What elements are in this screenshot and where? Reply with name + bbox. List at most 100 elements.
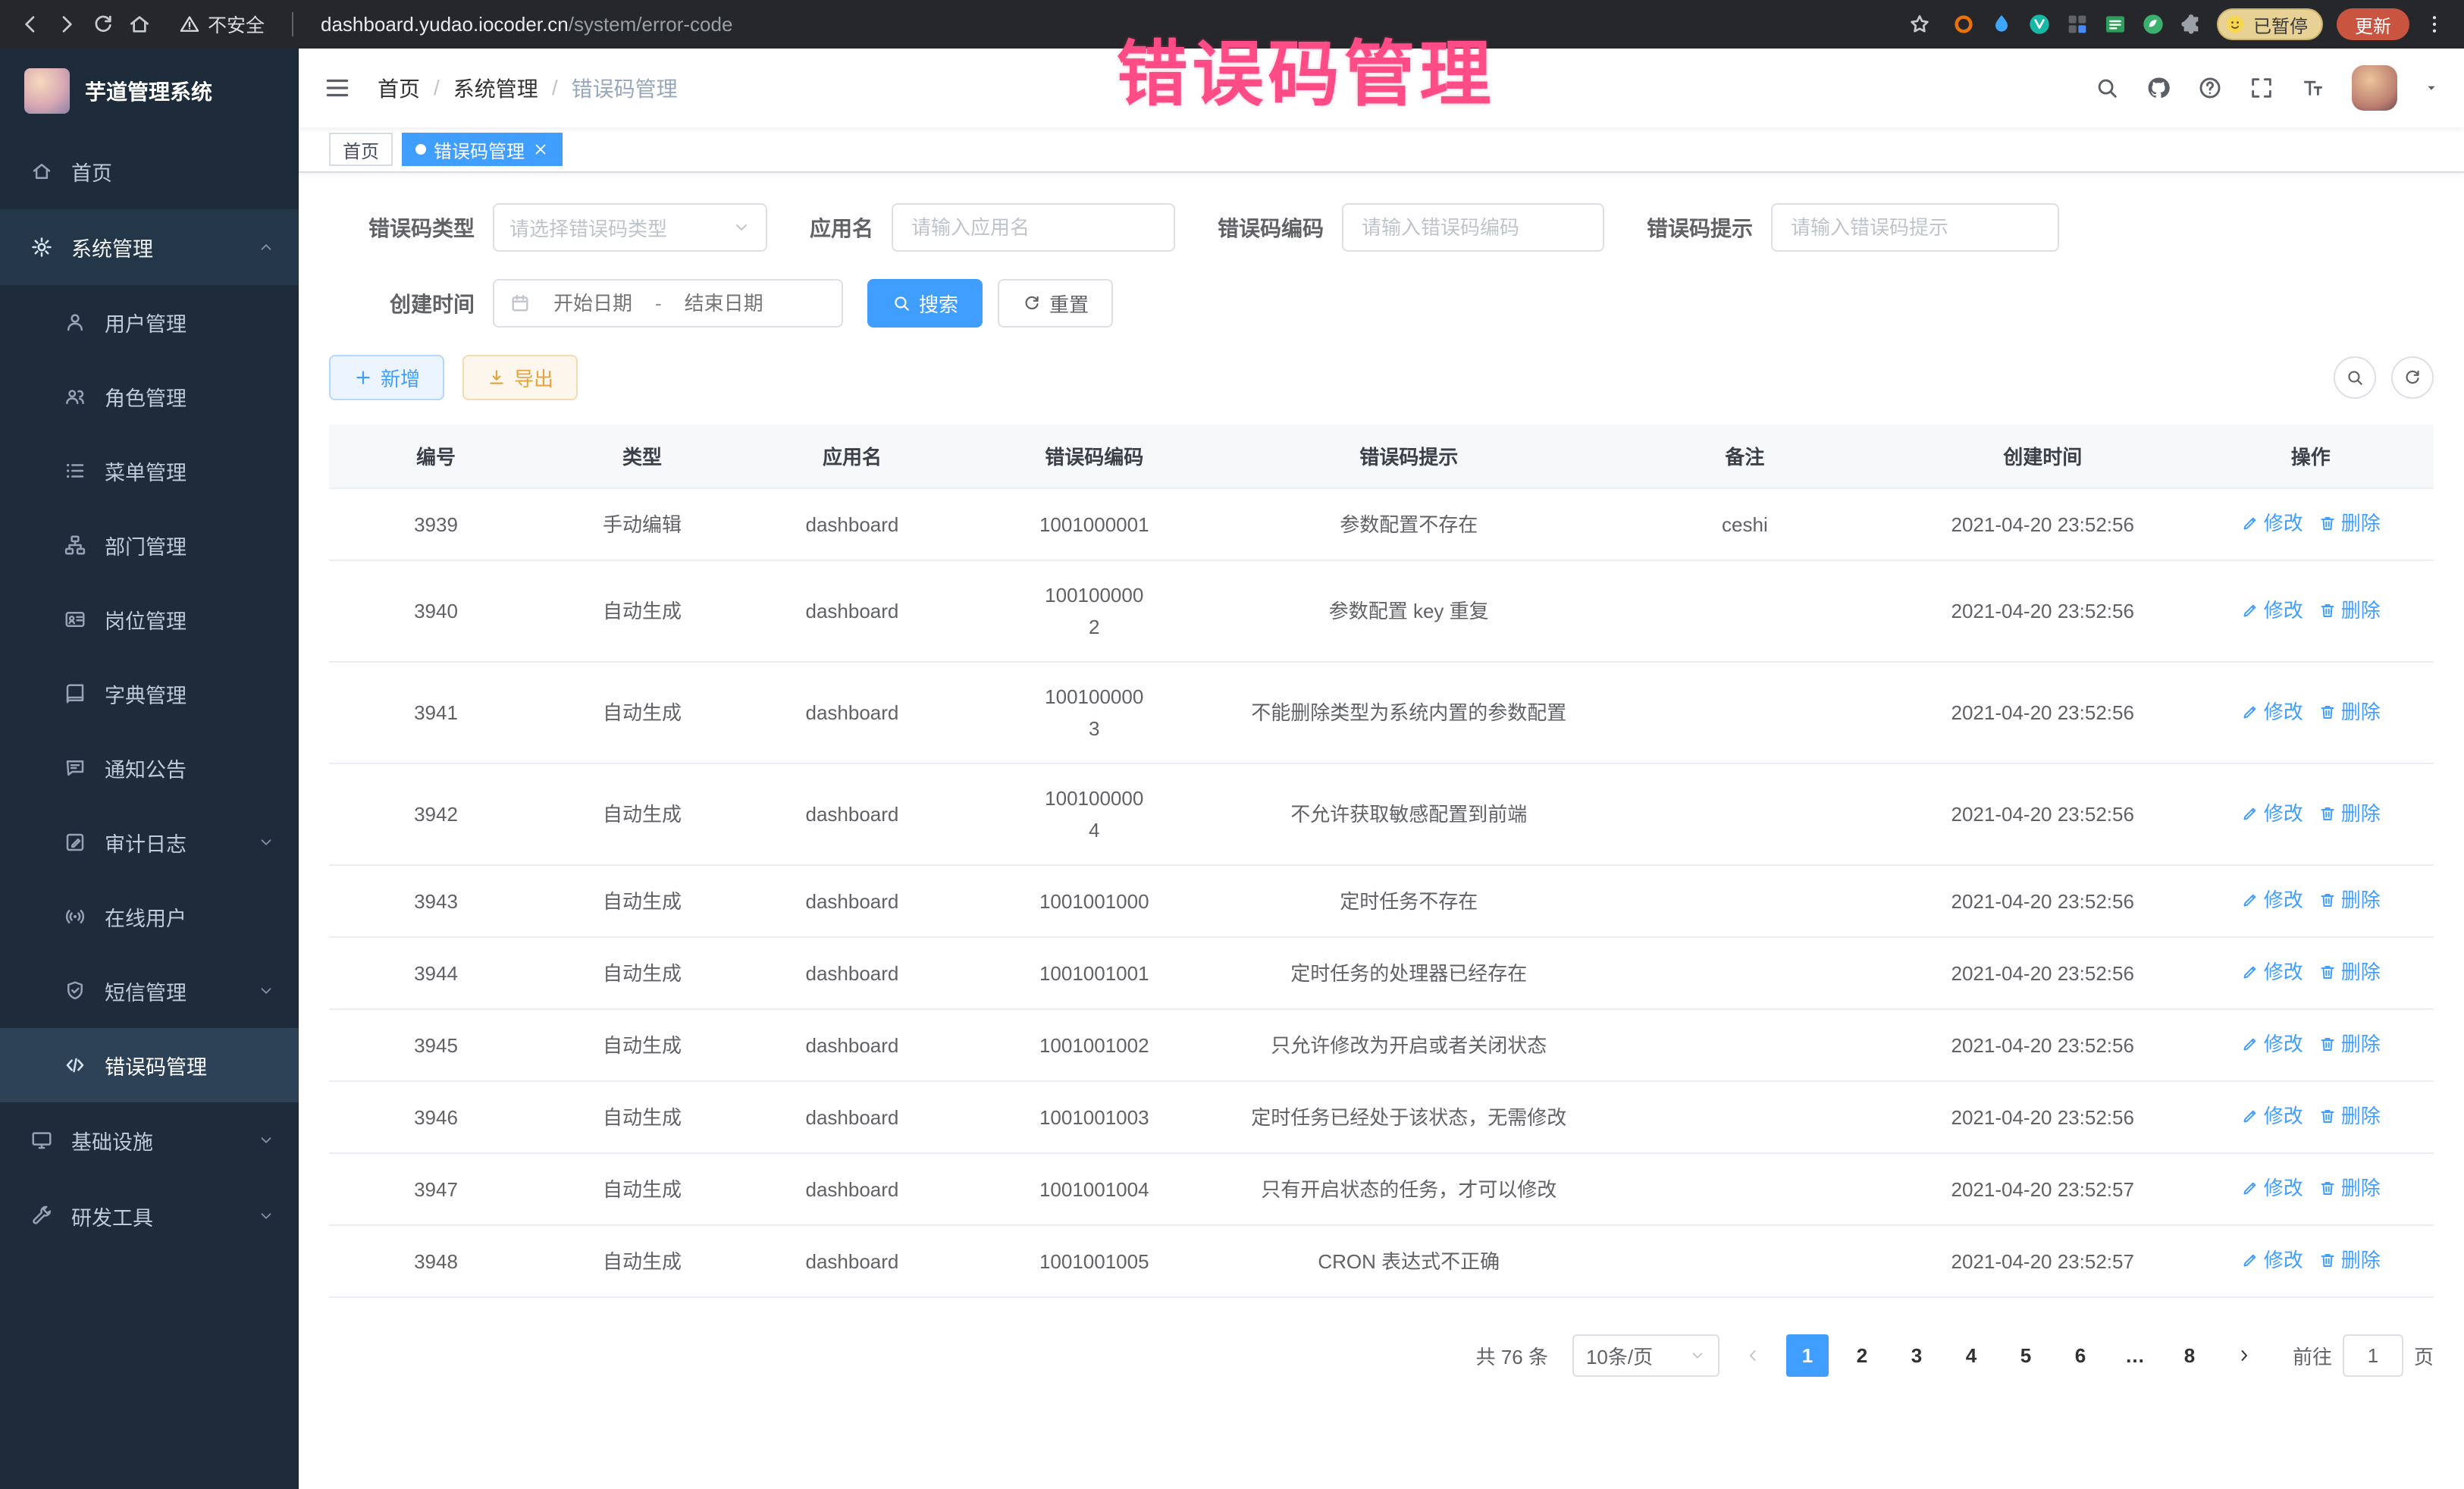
browser-menu-icon[interactable] [2423,13,2446,36]
edit-link[interactable]: 修改 [2241,696,2303,728]
tag-close-icon[interactable] [532,141,549,158]
add-button[interactable]: 新增 [329,355,444,400]
sidebar-item-4[interactable]: 菜单管理 [0,434,299,508]
vue-devtools-extension-icon[interactable] [2027,12,2052,36]
sidebar-item-0[interactable]: 首页 [0,133,299,209]
tag-error-code[interactable]: 错误码管理 [402,133,563,166]
edit-link[interactable]: 修改 [2241,1100,2303,1132]
tag-home[interactable]: 首页 [329,133,393,166]
date-end-input[interactable] [668,292,780,315]
edit-link[interactable]: 修改 [2241,884,2303,916]
page-button-2[interactable]: 2 [1841,1334,1883,1377]
url-bar[interactable]: dashboard.yudao.iocoder.cn/system/error-… [321,13,732,36]
sidebar-item-12[interactable]: 错误码管理 [0,1028,299,1102]
sidebar-item-label: 研发工具 [71,1202,240,1231]
reset-button[interactable]: 重置 [998,279,1113,328]
date-start-input[interactable] [537,292,649,315]
update-button[interactable]: 更新 [2337,8,2409,40]
sidebar-item-9[interactable]: 审计日志 [0,805,299,879]
security-indicator[interactable]: 不安全 [179,11,265,38]
edit-link[interactable]: 修改 [2241,798,2303,829]
delete-link[interactable]: 删除 [2318,884,2381,916]
sidebar-item-3[interactable]: 角色管理 [0,359,299,434]
page-button-1[interactable]: 1 [1786,1334,1829,1377]
record-extension-icon[interactable] [1951,12,1976,36]
refresh-table-button[interactable] [2391,356,2434,399]
more-pages-button[interactable]: … [2114,1334,2156,1377]
cell-actions: 修改删除 [2188,937,2434,1009]
sidebar-item-14[interactable]: 研发工具 [0,1178,299,1254]
extensions-puzzle-icon[interactable] [2179,12,2203,36]
error-message-input[interactable] [1771,203,2059,252]
breadcrumb-home[interactable]: 首页 [378,73,420,103]
github-icon[interactable] [2146,75,2171,101]
forward-icon[interactable] [55,12,79,36]
page-button-3[interactable]: 3 [1895,1334,1938,1377]
edit-link[interactable]: 修改 [2241,1244,2303,1276]
error-code-input[interactable] [1342,203,1604,252]
page-button-5[interactable]: 5 [2005,1334,2047,1377]
table-header: 编号类型应用名错误码编码错误码提示备注创建时间操作 [329,425,2434,488]
hamburger-icon[interactable] [323,74,352,102]
delete-link[interactable]: 删除 [2318,798,2381,829]
back-icon[interactable] [18,12,42,36]
edit-link[interactable]: 修改 [2241,594,2303,626]
delete-link[interactable]: 删除 [2318,594,2381,626]
edit-link[interactable]: 修改 [2241,1028,2303,1060]
edit-icon [2241,963,2259,981]
font-size-icon[interactable] [2300,75,2326,101]
delete-link[interactable]: 删除 [2318,956,2381,988]
sidebar-item-7[interactable]: 字典管理 [0,657,299,731]
sidebar-item-13[interactable]: 基础设施 [0,1102,299,1178]
edit-link[interactable]: 修改 [2241,507,2303,539]
delete-link[interactable]: 删除 [2318,1172,2381,1204]
browser-home-icon[interactable] [127,12,152,36]
app-name-input[interactable] [892,203,1175,252]
droplet-extension-icon[interactable] [1989,12,2014,36]
sidebar-item-10[interactable]: 在线用户 [0,879,299,954]
edit-link[interactable]: 修改 [2241,956,2303,988]
security-label: 不安全 [208,11,265,38]
jump-page-input[interactable] [2343,1334,2403,1377]
reload-icon[interactable] [91,12,115,36]
delete-link[interactable]: 删除 [2318,1244,2381,1276]
leaf-extension-icon[interactable] [2141,12,2165,36]
export-button[interactable]: 导出 [462,355,578,400]
delete-link[interactable]: 删除 [2318,696,2381,728]
paused-badge[interactable]: 已暂停 [2217,8,2323,40]
list-icon [64,459,86,482]
search-button[interactable]: 搜索 [867,279,983,328]
grid-extension-icon[interactable] [2065,12,2089,36]
next-page-button[interactable] [2223,1334,2265,1377]
prev-page-button[interactable] [1732,1334,1774,1377]
fullscreen-icon[interactable] [2249,75,2274,101]
sidebar-item-5[interactable]: 部门管理 [0,508,299,582]
edit-link[interactable]: 修改 [2241,1172,2303,1204]
help-icon[interactable] [2197,75,2223,101]
onetab-extension-icon[interactable] [2103,12,2127,36]
cell-id: 3941 [329,662,543,763]
delete-link[interactable]: 删除 [2318,507,2381,539]
sidebar-item-8[interactable]: 通知公告 [0,731,299,805]
error-type-select[interactable]: 请选择错误码类型 [493,203,767,252]
sidebar-item-1[interactable]: 系统管理 [0,209,299,285]
user-avatar[interactable] [2352,65,2397,111]
cell-id: 3939 [329,488,543,560]
page-button-4[interactable]: 4 [1950,1334,1992,1377]
page-button-8[interactable]: 8 [2168,1334,2211,1377]
sidebar-item-2[interactable]: 用户管理 [0,285,299,359]
sidebar-item-11[interactable]: 短信管理 [0,954,299,1028]
bookmark-star-icon[interactable] [1908,12,1932,36]
cell-app: dashboard [741,1081,963,1153]
sidebar-item-6[interactable]: 岗位管理 [0,582,299,657]
page-size-select[interactable]: 10条/页 [1572,1334,1719,1377]
page-button-6[interactable]: 6 [2059,1334,2102,1377]
delete-link[interactable]: 删除 [2318,1028,2381,1060]
breadcrumb-system[interactable]: 系统管理 [453,73,538,103]
avatar-caret-down-icon[interactable] [2423,80,2440,96]
header-search-icon[interactable] [2094,75,2120,101]
toggle-search-button[interactable] [2334,356,2376,399]
sidebar-logo[interactable]: 芋道管理系统 [0,49,299,133]
date-range-picker[interactable]: - [493,279,843,328]
delete-link[interactable]: 删除 [2318,1100,2381,1132]
